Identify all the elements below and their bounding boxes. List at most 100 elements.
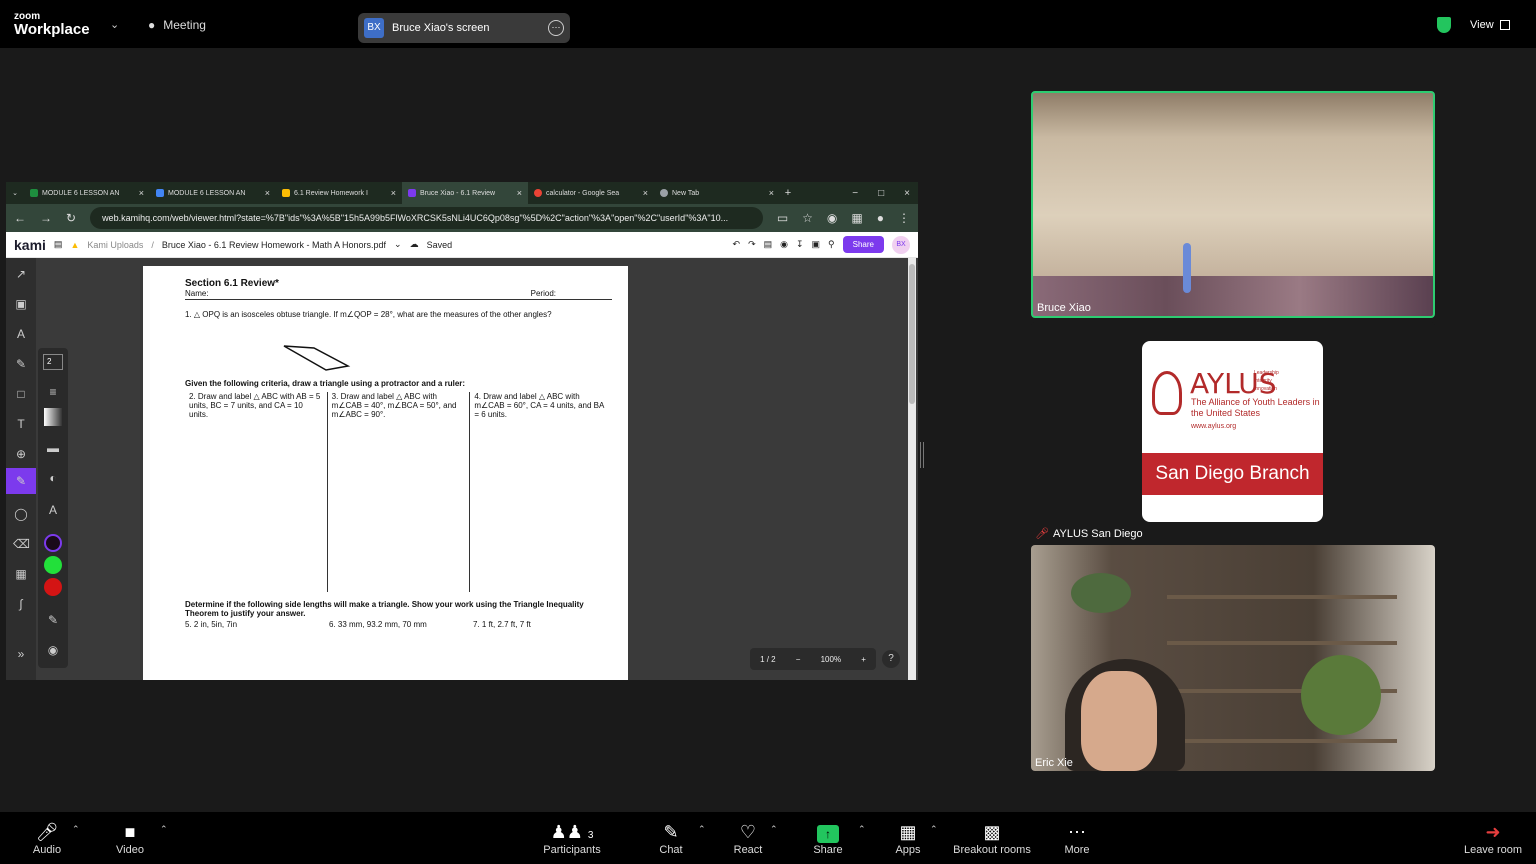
split-resize-handle[interactable] (920, 442, 924, 468)
page-indicator[interactable]: 1 / 2 (760, 655, 776, 664)
apps-button[interactable]: ▦ Apps (890, 820, 926, 856)
meeting-menu[interactable]: ● Meeting (148, 18, 206, 32)
back-icon[interactable]: ← (14, 211, 26, 225)
react-options-caret[interactable]: ⌃ (770, 824, 778, 835)
color-swatch-black[interactable] (44, 534, 62, 552)
cast-icon[interactable]: ▭ (777, 211, 788, 225)
breadcrumb-file[interactable]: Bruce Xiao - 6.1 Review Homework - Math … (162, 240, 386, 250)
help-icon[interactable]: ? (882, 650, 900, 668)
apps-options-caret[interactable]: ⌃ (930, 824, 938, 835)
shapes-icon[interactable]: ◯ (13, 506, 29, 522)
browser-menu-icon[interactable]: ⋮ (898, 211, 910, 225)
breadcrumb-folder[interactable]: Kami Uploads (87, 240, 143, 250)
text-tool-icon[interactable]: T (13, 416, 29, 432)
chat-options-caret[interactable]: ⌃ (698, 824, 706, 835)
close-tab-icon[interactable]: × (643, 188, 648, 198)
close-tab-icon[interactable]: × (265, 188, 270, 198)
breakout-rooms-button[interactable]: ▩ Breakout rooms (950, 820, 1034, 856)
read-aloud-icon[interactable]: A (13, 326, 29, 342)
browser-tab[interactable]: 6.1 Review Homework I × (276, 182, 402, 204)
highlighter-icon[interactable]: ✎ (13, 356, 29, 372)
audio-options-caret[interactable]: ⌃ (72, 824, 80, 835)
redo-icon[interactable]: ↷ (748, 239, 756, 250)
puzzle-icon[interactable]: ▦ (851, 211, 862, 225)
close-tab-icon[interactable]: × (769, 188, 774, 198)
profile-icon[interactable]: ● (877, 211, 884, 225)
stroke-size-select[interactable]: 2 (43, 354, 63, 370)
zoom-level[interactable]: 100% (821, 655, 841, 664)
undo-icon[interactable]: ↶ (733, 239, 741, 250)
document-icon[interactable]: ▤ (764, 239, 773, 250)
kami-share-button[interactable]: Share (842, 236, 884, 253)
video-tile-aylus[interactable]: AYLUS Leadership Integrity Innovation Th… (1031, 322, 1435, 544)
browser-tab[interactable]: MODULE 6 LESSON AN × (24, 182, 150, 204)
extension-icon[interactable]: ◉ (827, 211, 837, 225)
zoom-out-icon[interactable]: − (796, 655, 801, 664)
protractor-icon[interactable]: ◐ (45, 470, 61, 486)
close-tab-icon[interactable]: × (391, 188, 396, 198)
browser-tab[interactable]: calculator - Google Sea × (528, 182, 654, 204)
toolbox-icon[interactable]: ▣ (812, 239, 821, 250)
comment-icon[interactable]: □ (13, 386, 29, 402)
more-options-icon[interactable]: ··· (548, 20, 564, 36)
reload-icon[interactable]: ↻ (66, 211, 76, 225)
search-icon[interactable]: ⚲ (828, 239, 835, 250)
chevron-down-icon[interactable]: ⌄ (110, 18, 119, 31)
eraser-icon[interactable]: ⌫ (13, 536, 30, 552)
more-button[interactable]: ⋯ More (1060, 820, 1094, 856)
ruler-icon[interactable]: ▬ (45, 440, 61, 456)
browser-tab-active[interactable]: Bruce Xiao - 6.1 Review × (402, 182, 528, 204)
expand-rail-icon[interactable]: » (13, 646, 29, 662)
chevron-down-icon[interactable]: ⌄ (394, 239, 402, 250)
forward-icon[interactable]: → (40, 211, 52, 225)
share-options-caret[interactable]: ⌃ (858, 824, 866, 835)
zoom-workplace-logo[interactable]: zoom Workplace (14, 12, 90, 38)
react-button[interactable]: ♡ React (730, 820, 766, 856)
text-recognition-icon[interactable]: ▣ (13, 296, 29, 312)
palette-icon[interactable]: ◉ (45, 642, 61, 658)
video-options-caret[interactable]: ⌃ (160, 824, 168, 835)
line-style-icon[interactable]: ≡ (45, 384, 61, 400)
new-tab-icon[interactable]: + (780, 187, 796, 199)
minimize-icon[interactable]: − (852, 188, 858, 199)
color-swatch-green[interactable] (44, 556, 62, 574)
drawing-tool-icon[interactable]: ✎ (6, 468, 36, 494)
sidebar-toggle-icon[interactable]: ▤ (54, 239, 63, 250)
tab-search-icon[interactable]: ⌄ (6, 189, 24, 197)
video-tile-eric[interactable]: Eric Xie (1031, 545, 1435, 771)
chat-button[interactable]: ✎ Chat (656, 820, 686, 856)
maximize-icon[interactable]: □ (878, 188, 884, 199)
pdf-page[interactable]: Section 6.1 Review* Name: Period: 1. △ O… (143, 266, 628, 680)
browser-tab[interactable]: MODULE 6 LESSON AN × (150, 182, 276, 204)
document-scrollbar[interactable] (908, 258, 916, 680)
user-avatar[interactable]: BX (892, 235, 910, 254)
download-icon[interactable]: ↧ (796, 239, 804, 250)
browser-tab[interactable]: New Tab × (654, 182, 780, 204)
video-tile-bruce[interactable]: Bruce Xiao (1031, 91, 1435, 318)
leave-room-button[interactable]: ➜ Leave room (1460, 820, 1526, 856)
zoom-in-icon[interactable]: + (861, 655, 866, 664)
participants-button[interactable]: ♟♟ 3 Participants (540, 820, 604, 856)
opacity-swatch[interactable] (44, 408, 62, 426)
close-tab-icon[interactable]: × (517, 188, 522, 198)
color-swatch-red[interactable] (44, 578, 62, 596)
view-button[interactable]: View (1470, 19, 1510, 31)
close-tab-icon[interactable]: × (139, 188, 144, 198)
image-icon[interactable]: ▦ (13, 566, 29, 582)
bookmark-star-icon[interactable]: ☆ (802, 211, 813, 225)
encryption-shield-icon[interactable] (1437, 17, 1451, 33)
select-tool-icon[interactable]: ↗ (13, 266, 29, 282)
eye-icon[interactable]: ◉ (780, 239, 788, 250)
close-window-icon[interactable]: × (904, 188, 910, 199)
share-button[interactable]: ↑ Share (810, 820, 846, 856)
url-field[interactable]: web.kamihq.com/web/viewer.html?state=%7B… (90, 207, 763, 229)
kami-logo[interactable]: kami (14, 237, 46, 253)
add-media-icon[interactable]: ⊕ (13, 446, 29, 462)
signature-icon[interactable]: ∫ (13, 596, 29, 612)
scroll-thumb[interactable] (909, 264, 915, 404)
video-button[interactable]: ■ Video (110, 820, 150, 856)
eyedropper-icon[interactable]: ✎ (45, 612, 61, 628)
shared-screen-pill[interactable]: BX Bruce Xiao's screen ··· (358, 13, 570, 43)
font-icon[interactable]: A (45, 502, 61, 518)
audio-button[interactable]: 🎤︎ Audio (28, 820, 66, 856)
